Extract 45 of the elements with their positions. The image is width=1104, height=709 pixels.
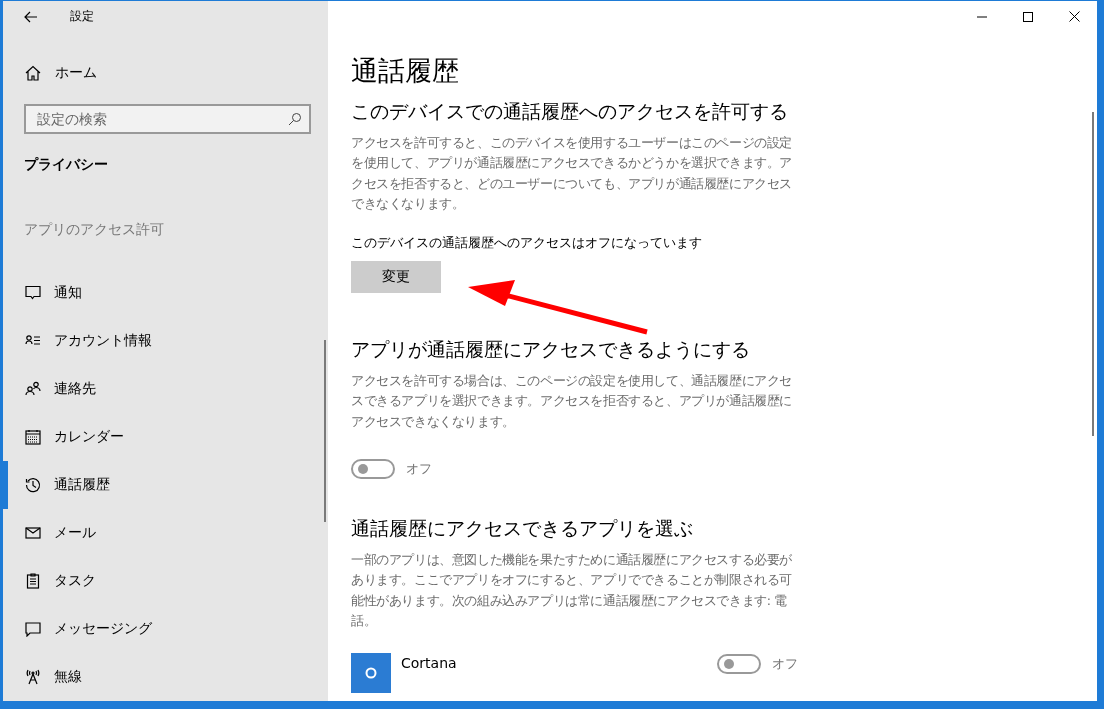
toggle-label: オフ: [406, 460, 432, 479]
chat-bubble-icon: [25, 621, 41, 637]
minimize-icon: [977, 15, 987, 18]
status-text: このデバイスの通話履歴へのアクセスはオフになっています: [351, 234, 703, 253]
maximize-icon: [1023, 11, 1033, 22]
app-name: Cortana: [401, 655, 458, 674]
back-arrow-icon: [24, 10, 38, 23]
home-nav-item[interactable]: ホーム: [3, 56, 328, 91]
nav-item[interactable]: メール: [3, 509, 328, 557]
clock-history-icon: [25, 477, 41, 493]
window-title: 設定: [70, 8, 94, 25]
calendar-icon: [25, 429, 41, 445]
search-icon: [288, 111, 302, 126]
nav-item[interactable]: 無線: [3, 653, 328, 701]
search-field[interactable]: 設定の検索: [24, 103, 311, 134]
section-heading: このデバイスでの通話履歴へのアクセスを許可する: [351, 99, 789, 124]
category-heading: プライバシー: [24, 155, 109, 174]
close-icon: [1068, 11, 1080, 22]
section-heading: 通話履歴にアクセスできるアプリを選ぶ: [351, 516, 694, 542]
nav-item[interactable]: メッセージング: [3, 605, 328, 653]
toggle-label: オフ: [772, 655, 798, 674]
section-label: アプリのアクセス許可: [24, 220, 165, 239]
section-description: 一部のアプリは、意図した機能を果たすために通話履歴にアクセスする必要があります。ここでアプリをオフにすると、アプリでできることが制限される可能性があります。次の組み込みアプリは常に通話履歴にアクセスできます: 電話。: [351, 551, 793, 630]
scrollbar[interactable]: [324, 340, 326, 522]
toggle-switch[interactable]: [717, 654, 761, 675]
section-description: アクセスを許可すると、このデバイスを使用するユーザーはこのページの設定を使用して、アプリが通話履歴にアクセスできるかどうかを選択できます。アクセスを拒否すると、どのユーザーについても、アプリが通話履歴にアクセスできなくなります。: [351, 134, 793, 213]
page-title: 通話履歴: [351, 54, 460, 88]
change-button[interactable]: 変更: [351, 261, 441, 294]
toggle-switch[interactable]: [351, 459, 395, 480]
home-icon: [25, 65, 41, 82]
speech-bubble-icon: [25, 285, 41, 301]
nav-item[interactable]: アカウント情報: [3, 317, 328, 365]
nav-item[interactable]: 通知: [3, 269, 328, 317]
nav-item[interactable]: カレンダー: [3, 413, 328, 461]
nav-item[interactable]: タスク: [3, 557, 328, 605]
people-icon: [25, 381, 41, 397]
clipboard-icon: [25, 573, 41, 589]
nav-item[interactable]: 通話履歴: [3, 461, 328, 509]
nav-item[interactable]: 連絡先: [3, 365, 328, 413]
scrollbar[interactable]: [1092, 112, 1094, 436]
section-description: アクセスを許可する場合は、このページの設定を使用して、通話履歴にアクセスできるアプリを選択できます。アクセスを拒否すると、アプリが通話履歴にアクセスできなくなります。: [351, 372, 793, 431]
envelope-icon: [25, 525, 41, 541]
circle-icon: [365, 667, 377, 680]
antenna-icon: [25, 669, 41, 685]
section-heading: アプリが通話履歴にアクセスできるようにする: [351, 337, 751, 363]
